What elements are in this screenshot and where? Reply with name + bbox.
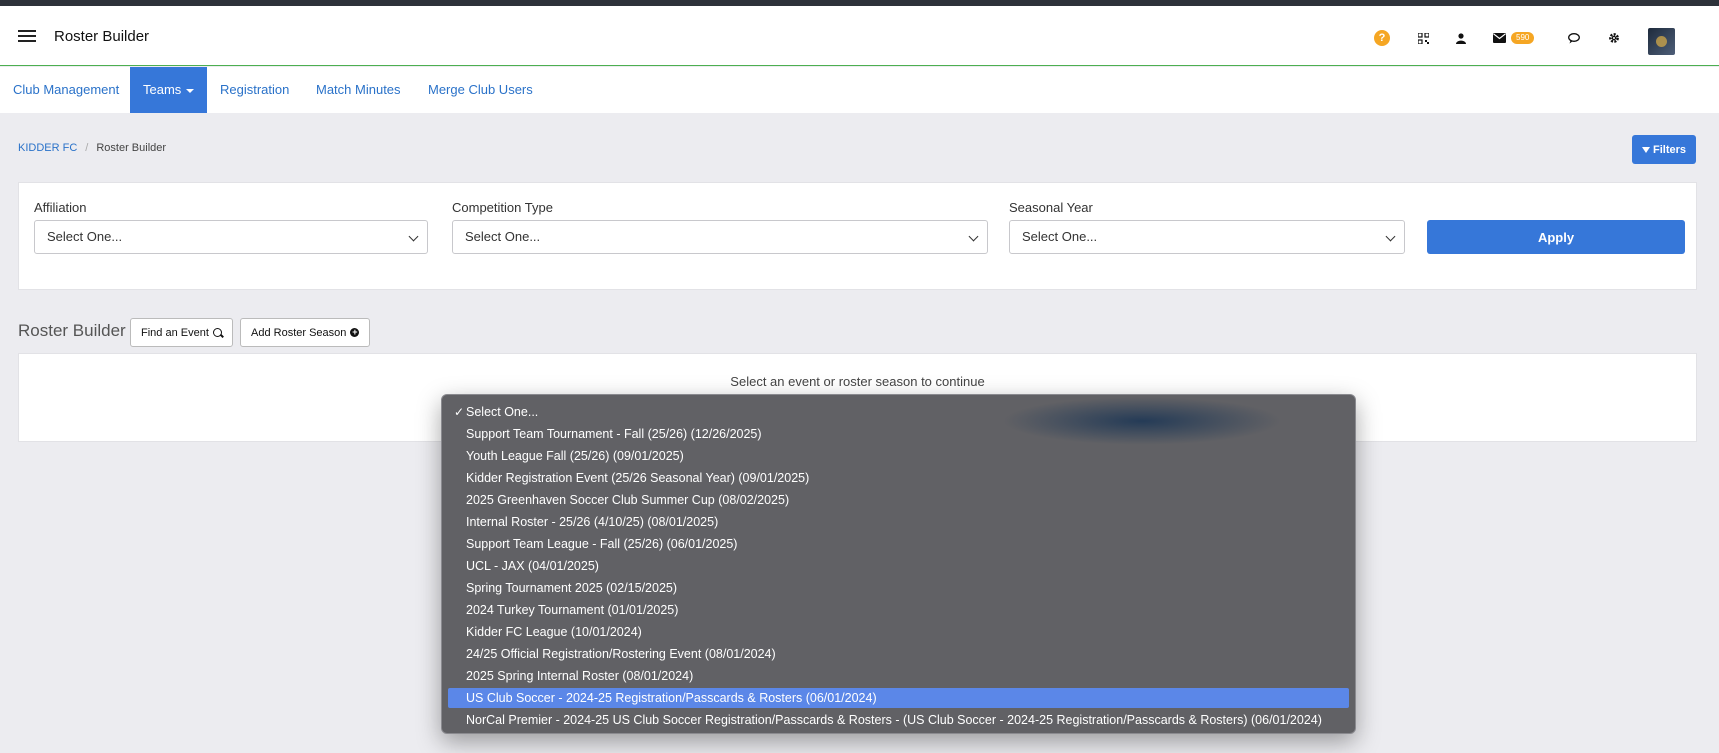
dropdown-option-label: US Club Soccer - 2024-25 Registration/Pa… [466, 691, 877, 705]
dropdown-option-label: Internal Roster - 25/26 (4/10/25) (08/01… [466, 515, 719, 529]
dropdown-option[interactable]: NorCal Premier - 2024-25 US Club Soccer … [448, 710, 1349, 730]
dropdown-option-label: 2025 Greenhaven Soccer Club Summer Cup (… [466, 493, 790, 507]
dropdown-option[interactable]: 2024 Turkey Tournament (01/01/2025) [448, 600, 1349, 620]
dropdown-option[interactable]: US Club Soccer - 2024-25 Registration/Pa… [448, 688, 1349, 708]
search-icon [212, 328, 222, 337]
dropdown-option[interactable]: Spring Tournament 2025 (02/15/2025) [448, 578, 1349, 598]
breadcrumb-current: Roster Builder [96, 142, 167, 154]
dropdown-option[interactable]: 24/25 Official Registration/Rostering Ev… [448, 644, 1349, 664]
find-event-button[interactable]: Find an Event [130, 318, 233, 347]
nav-registration[interactable]: Registration [207, 67, 302, 113]
affiliation-select[interactable]: Select One... [34, 220, 428, 254]
empty-state-hint: Select an event or roster season to cont… [730, 374, 985, 389]
dropdown-option-label: 24/25 Official Registration/Rostering Ev… [466, 647, 776, 661]
chevron-down-icon [408, 231, 419, 242]
dropdown-option-label: Select One... [466, 405, 539, 419]
mail-icon[interactable] [1487, 26, 1511, 50]
seasonal-year-value: Select One... [1022, 229, 1098, 244]
avatar[interactable] [1648, 28, 1675, 55]
seasonal-year-select[interactable]: Select One... [1009, 220, 1405, 254]
dropdown-option-label: Support Team League - Fall (25/26) (06/0… [466, 537, 738, 551]
dropdown-option-label: Spring Tournament 2025 (02/15/2025) [466, 581, 678, 595]
dropdown-option-label: 2025 Spring Internal Roster (08/01/2024) [466, 669, 694, 683]
nav-merge-club-users[interactable]: Merge Club Users [415, 67, 546, 113]
dropdown-option[interactable]: UCL - JAX (04/01/2025) [448, 556, 1349, 576]
dropdown-option-label: UCL - JAX (04/01/2025) [466, 559, 599, 573]
affiliation-value: Select One... [47, 229, 123, 244]
hamburger-menu-icon[interactable] [18, 30, 36, 44]
app-title: Roster Builder [54, 28, 150, 45]
nav-club-management[interactable]: Club Management [0, 67, 132, 113]
filters-button-label: Filters [1652, 143, 1686, 156]
dropdown-option[interactable]: Youth League Fall (25/26) (09/01/2025) [448, 446, 1349, 466]
checkmark-icon: ✓ [454, 405, 465, 419]
competition-type-value: Select One... [465, 229, 541, 244]
nav-teams[interactable]: Teams [130, 67, 208, 113]
breadcrumb-separator: / [85, 142, 89, 154]
breadcrumb: KIDDER FC / Roster Builder [18, 142, 166, 154]
dropdown-option[interactable]: 2025 Spring Internal Roster (08/01/2024) [448, 666, 1349, 686]
dropdown-option[interactable]: Support Team Tournament - Fall (25/26) (… [448, 424, 1349, 444]
gear-icon[interactable] [1602, 26, 1626, 50]
affiliation-label: Affiliation [34, 200, 87, 215]
competition-type-select[interactable]: Select One... [452, 220, 988, 254]
chat-icon[interactable] [1562, 26, 1586, 50]
chevron-down-icon [1385, 231, 1396, 242]
nav-match-minutes[interactable]: Match Minutes [303, 67, 414, 113]
filter-icon [1641, 146, 1650, 153]
mail-count-badge: 590 [1511, 32, 1535, 44]
find-event-label: Find an Event [141, 326, 209, 339]
seasonal-year-label: Seasonal Year [1009, 200, 1093, 215]
add-roster-season-label: Add Roster Season [251, 326, 347, 339]
dropdown-option-label: Kidder FC League (10/01/2024) [466, 625, 642, 639]
dropdown-option-label: Youth League Fall (25/26) (09/01/2025) [466, 449, 684, 463]
dropdown-option-label: NorCal Premier - 2024-25 US Club Soccer … [466, 713, 1322, 727]
filter-panel: Affiliation Select One... Competition Ty… [18, 182, 1697, 290]
dropdown-option[interactable]: Kidder Registration Event (25/26 Seasona… [448, 468, 1349, 488]
dropdown-option[interactable]: ✓ Select One... [448, 402, 1349, 422]
competition-type-label: Competition Type [452, 200, 553, 215]
dropdown-option-label: Support Team Tournament - Fall (25/26) (… [466, 427, 762, 441]
main-nav: Club Management Teams Registration Match… [0, 67, 1719, 113]
user-icon[interactable] [1449, 26, 1473, 50]
breadcrumb-club-link[interactable]: KIDDER FC [18, 142, 77, 154]
section-title: Roster Builder [18, 321, 126, 340]
dropdown-option-label: Kidder Registration Event (25/26 Seasona… [466, 471, 810, 485]
filters-button[interactable]: Filters [1632, 135, 1696, 164]
apply-button[interactable]: Apply [1427, 220, 1685, 254]
nav-teams-label: Teams [143, 82, 182, 97]
plus-circle-icon: + [350, 327, 360, 337]
app-header: Roster Builder ? 590 [0, 6, 1719, 66]
chevron-down-icon [968, 231, 979, 242]
dropdown-option[interactable]: Kidder FC League (10/01/2024) [448, 622, 1349, 642]
dropdown-option[interactable]: Support Team League - Fall (25/26) (06/0… [448, 534, 1349, 554]
add-roster-season-button[interactable]: Add Roster Season + [240, 318, 371, 347]
event-dropdown-menu[interactable]: ✓ Select One... Support Team Tournament - … [441, 394, 1356, 734]
dropdown-option-label: 2024 Turkey Tournament (01/01/2025) [466, 603, 679, 617]
caret-down-icon [186, 88, 195, 93]
dropdown-option[interactable]: 2025 Greenhaven Soccer Club Summer Cup (… [448, 490, 1349, 510]
qr-code-icon[interactable] [1411, 26, 1435, 50]
dropdown-option[interactable]: Internal Roster - 25/26 (4/10/25) (08/01… [448, 512, 1349, 532]
help-icon[interactable]: ? [1374, 30, 1390, 46]
